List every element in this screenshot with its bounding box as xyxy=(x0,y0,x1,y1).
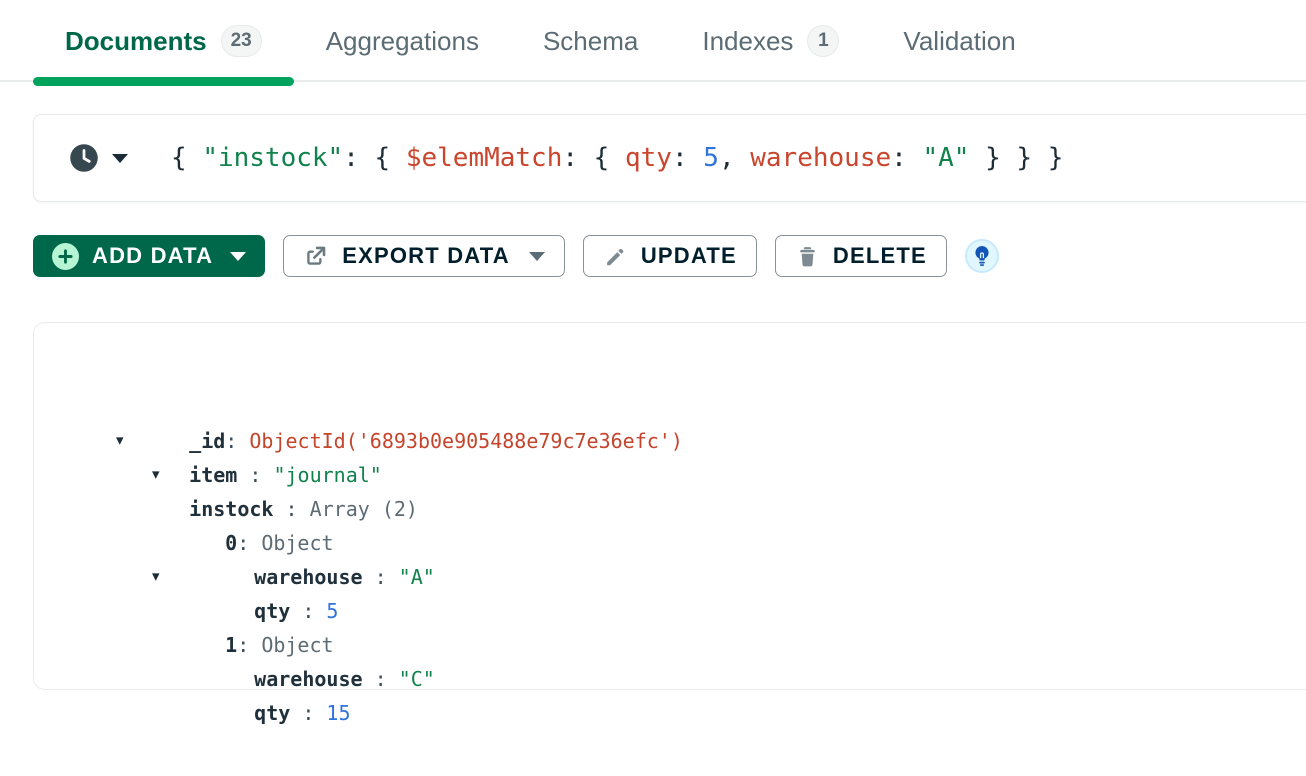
field-key: warehouse xyxy=(254,667,362,691)
tab-count-badge: 23 xyxy=(221,25,262,57)
query-bar: { "instock": { $elemMatch: { qty: 5, war… xyxy=(33,114,1306,202)
query-token-punct: { xyxy=(171,143,202,173)
chevron-down-icon xyxy=(529,252,545,261)
add-data-label: ADD DATA xyxy=(92,243,213,269)
document-field-row: ▾ 0: Object xyxy=(34,458,1306,492)
delete-button[interactable]: DELETE xyxy=(775,235,947,277)
tab-schema[interactable]: Schema xyxy=(511,0,670,82)
crud-toolbar: ADD DATA EXPORT DATA UPDATE xyxy=(33,235,1306,277)
document-field-row: ▾ 1: Object xyxy=(34,560,1306,594)
field-number: 15 xyxy=(326,701,350,725)
query-token-keyword: warehouse xyxy=(750,143,891,173)
query-token-number: 5 xyxy=(703,143,719,173)
document-field-row: _id: ObjectId('6893b0e905488e79c7e36efc'… xyxy=(34,356,1306,390)
document-field-row: qty : 15 xyxy=(34,628,1306,662)
add-data-button[interactable]: ADD DATA xyxy=(33,235,265,277)
lightbulb-icon xyxy=(972,245,992,267)
collapse-caret-icon[interactable]: ▾ xyxy=(152,560,160,594)
tab-label: Aggregations xyxy=(326,26,479,57)
query-token-string: "A" xyxy=(922,143,969,173)
documents-panel: { "instock": { $elemMatch: { qty: 5, war… xyxy=(33,114,1306,690)
collapse-caret-icon[interactable]: ▾ xyxy=(152,458,160,492)
field-key: qty xyxy=(254,701,290,725)
tab-validation[interactable]: Validation xyxy=(871,0,1047,82)
tab-count-badge: 1 xyxy=(807,25,839,57)
field-string: "C" xyxy=(399,667,435,691)
export-data-label: EXPORT DATA xyxy=(342,243,510,269)
query-token-punct: } } } xyxy=(969,143,1063,173)
chevron-down-icon xyxy=(112,154,128,163)
document-field-row: item : "journal" xyxy=(34,390,1306,424)
export-data-button[interactable]: EXPORT DATA xyxy=(283,235,565,277)
field-content: qty : 15 xyxy=(254,701,350,725)
query-token-keyword: qty xyxy=(625,143,672,173)
tab-label: Validation xyxy=(903,26,1015,57)
field-content: warehouse : "C" xyxy=(254,667,435,691)
tab-label: Indexes xyxy=(702,26,793,57)
tab-label: Schema xyxy=(543,26,638,57)
collection-tab-bar: Documents 23 Aggregations Schema Indexes… xyxy=(0,0,1306,82)
tab-documents[interactable]: Documents 23 xyxy=(33,0,294,82)
query-token-punct: : { xyxy=(343,143,406,173)
query-token-punct: : xyxy=(672,143,703,173)
pencil-icon xyxy=(603,244,628,269)
document-field-row: ▾ instock : Array (2) xyxy=(34,424,1306,458)
field-punct: : xyxy=(290,701,326,725)
delete-label: DELETE xyxy=(833,243,927,269)
query-token-punct: , xyxy=(719,143,750,173)
document-field-row: qty : 5 xyxy=(34,526,1306,560)
query-token-string: "instock" xyxy=(202,143,343,173)
field-punct: : xyxy=(363,667,399,691)
update-label: UPDATE xyxy=(641,243,737,269)
clock-icon xyxy=(69,143,99,173)
insights-button[interactable] xyxy=(965,239,999,273)
query-history-button[interactable] xyxy=(69,143,128,173)
trash-icon xyxy=(795,244,820,269)
plus-with-circle-icon xyxy=(52,243,79,270)
document-field-row: warehouse : "C" xyxy=(34,594,1306,628)
query-token-punct: : xyxy=(891,143,922,173)
document-card: _id: ObjectId('6893b0e905488e79c7e36efc'… xyxy=(33,322,1306,690)
query-input[interactable]: { "instock": { $elemMatch: { qty: 5, war… xyxy=(171,143,1063,173)
tab-label: Documents xyxy=(65,26,207,57)
query-token-punct: : { xyxy=(562,143,625,173)
collapse-caret-icon[interactable]: ▾ xyxy=(116,424,124,458)
export-icon xyxy=(303,243,329,269)
active-tab-indicator xyxy=(33,77,294,86)
tab-indexes[interactable]: Indexes 1 xyxy=(670,0,871,82)
chevron-down-icon xyxy=(230,252,246,261)
update-button[interactable]: UPDATE xyxy=(583,235,757,277)
query-token-keyword: $elemMatch xyxy=(406,143,563,173)
document-field-row: warehouse : "A" xyxy=(34,492,1306,526)
tab-aggregations[interactable]: Aggregations xyxy=(294,0,511,82)
